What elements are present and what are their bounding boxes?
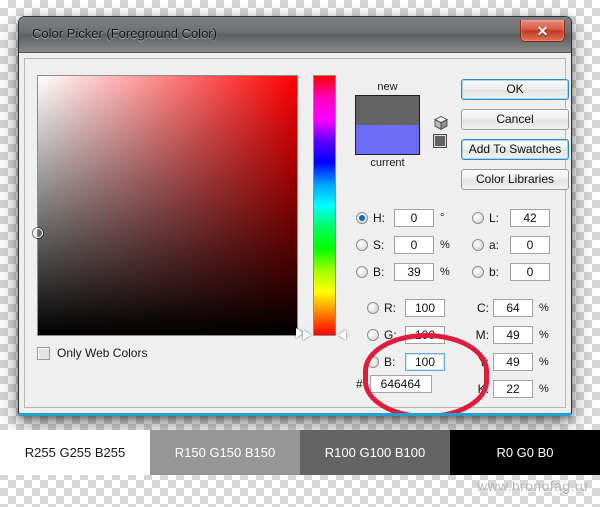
label-blue: B:	[384, 354, 396, 369]
close-icon: ✕	[536, 22, 549, 39]
radio-brightness[interactable]	[356, 265, 368, 278]
input-lab-b[interactable]: 0	[510, 262, 550, 281]
hue-gradient[interactable]	[313, 75, 336, 336]
title-bar[interactable]: Color Picker (Foreground Color) ✕	[19, 17, 571, 53]
web-safe-color-square[interactable]	[433, 134, 447, 148]
field-row-brightness[interactable]: B: 39 %	[356, 262, 450, 281]
input-black[interactable]: 22	[493, 379, 533, 398]
input-yellow[interactable]: 49	[493, 352, 533, 371]
hue-marker-left-icon[interactable]	[303, 330, 311, 340]
unit-cyan: %	[539, 301, 549, 314]
preview-swatch-box[interactable]	[355, 95, 420, 155]
bottom-swatch-bar: R255 G255 B255 R150 G150 B150 R100 G100 …	[0, 430, 600, 475]
swatch-gray-100-label: R100 G100 B100	[324, 445, 426, 460]
label-magenta: M:	[475, 327, 489, 342]
window-title: Color Picker (Foreground Color)	[32, 26, 217, 41]
radio-lab-b[interactable]	[472, 265, 484, 278]
cancel-button[interactable]: Cancel	[461, 109, 569, 130]
field-row-saturation[interactable]: S: 0 %	[356, 235, 450, 254]
swatch-white-label: R255 G255 B255	[24, 445, 126, 460]
radio-lab-a[interactable]	[472, 238, 484, 251]
label-brightness: B:	[373, 264, 385, 279]
label-lightness: L:	[489, 210, 500, 225]
label-yellow: Y:	[478, 354, 489, 369]
swatch-black-label: R0 G0 B0	[496, 445, 554, 460]
unit-hue: °	[440, 211, 445, 224]
color-picker-window: Color Picker (Foreground Color) ✕ Only W…	[18, 16, 572, 416]
color-field-marker[interactable]	[33, 228, 43, 238]
dialog-body: Only Web Colors new current OK Cancel Ad…	[24, 58, 569, 413]
swatch-gray-100: R100 G100 B100	[300, 430, 450, 475]
field-row-lab-a[interactable]: a: 0	[472, 235, 550, 254]
hue-slider[interactable]	[303, 75, 346, 340]
preview-warning-icons	[433, 115, 449, 148]
preview-current-label: current	[370, 157, 405, 169]
input-brightness[interactable]: 39	[394, 262, 434, 281]
color-field-arrow-icon	[296, 328, 303, 338]
hex-hash-label: #	[356, 377, 363, 391]
web-safe-warning-cube-icon[interactable]	[433, 115, 449, 131]
input-hex[interactable]: 646464	[369, 375, 432, 393]
field-row-lab-b[interactable]: b: 0	[472, 262, 550, 281]
label-black: K:	[477, 381, 489, 396]
input-red[interactable]: 100	[405, 298, 445, 317]
add-to-swatches-button[interactable]: Add To Swatches	[461, 139, 569, 160]
radio-hue[interactable]	[356, 211, 368, 224]
color-libraries-button[interactable]: Color Libraries	[461, 169, 569, 190]
unit-black: %	[539, 382, 549, 395]
only-web-colors-label: Only Web Colors	[57, 346, 148, 360]
radio-lightness[interactable]	[472, 211, 484, 224]
field-row-red[interactable]: R: 100	[367, 298, 445, 317]
label-red: R:	[384, 300, 396, 315]
field-row-magenta[interactable]: M: 49 %	[472, 325, 549, 344]
label-saturation: S:	[373, 237, 385, 252]
field-row-yellow[interactable]: Y: 49 %	[472, 352, 549, 371]
radio-green[interactable]	[367, 328, 379, 341]
hex-field-row[interactable]: # 646464	[356, 375, 432, 393]
unit-magenta: %	[539, 328, 549, 341]
radio-saturation[interactable]	[356, 238, 368, 251]
hue-marker-right-icon[interactable]	[338, 330, 346, 340]
field-row-green[interactable]: G: 100	[367, 325, 445, 344]
radio-red[interactable]	[367, 301, 379, 314]
input-blue[interactable]: 100	[405, 352, 445, 371]
field-row-blue[interactable]: B: 100	[367, 352, 445, 371]
input-saturation[interactable]: 0	[394, 235, 434, 254]
preview-current-swatch[interactable]	[356, 125, 419, 154]
input-magenta[interactable]: 49	[493, 325, 533, 344]
dialog-buttons: OK Cancel Add To Swatches Color Librarie…	[461, 79, 569, 199]
ok-button[interactable]: OK	[461, 79, 569, 100]
label-lab-a: a:	[489, 237, 500, 252]
unit-yellow: %	[539, 355, 549, 368]
input-cyan[interactable]: 64	[493, 298, 533, 317]
field-row-black[interactable]: K: 22 %	[472, 379, 549, 398]
preview-new-label: new	[377, 81, 398, 93]
label-hue: H:	[373, 210, 385, 225]
close-button[interactable]: ✕	[520, 20, 565, 42]
field-row-lightness[interactable]: L: 42	[472, 208, 550, 227]
input-lab-a[interactable]: 0	[510, 235, 550, 254]
watermark: www.hronofag.ru	[476, 478, 588, 494]
field-row-cyan[interactable]: C: 64 %	[472, 298, 549, 317]
color-preview: new current	[355, 81, 420, 169]
saturation-brightness-field[interactable]	[33, 75, 303, 338]
label-lab-b: b:	[489, 264, 500, 279]
unit-brightness: %	[440, 265, 450, 278]
only-web-colors-checkbox[interactable]: Only Web Colors	[37, 346, 147, 360]
unit-saturation: %	[440, 238, 450, 251]
input-green[interactable]: 100	[405, 325, 445, 344]
swatch-gray-150-label: R150 G150 B150	[174, 445, 276, 460]
label-green: G:	[384, 327, 397, 342]
swatch-gray-150: R150 G150 B150	[150, 430, 300, 475]
swatch-black: R0 G0 B0	[450, 430, 600, 475]
checkbox-box-icon[interactable]	[37, 346, 50, 360]
swatch-white: R255 G255 B255	[0, 430, 150, 475]
label-cyan: C:	[477, 300, 489, 315]
radio-blue[interactable]	[367, 355, 379, 368]
input-lightness[interactable]: 42	[510, 208, 550, 227]
field-row-hue[interactable]: H: 0 °	[356, 208, 444, 227]
preview-new-swatch[interactable]	[356, 96, 419, 125]
input-hue[interactable]: 0	[394, 208, 434, 227]
